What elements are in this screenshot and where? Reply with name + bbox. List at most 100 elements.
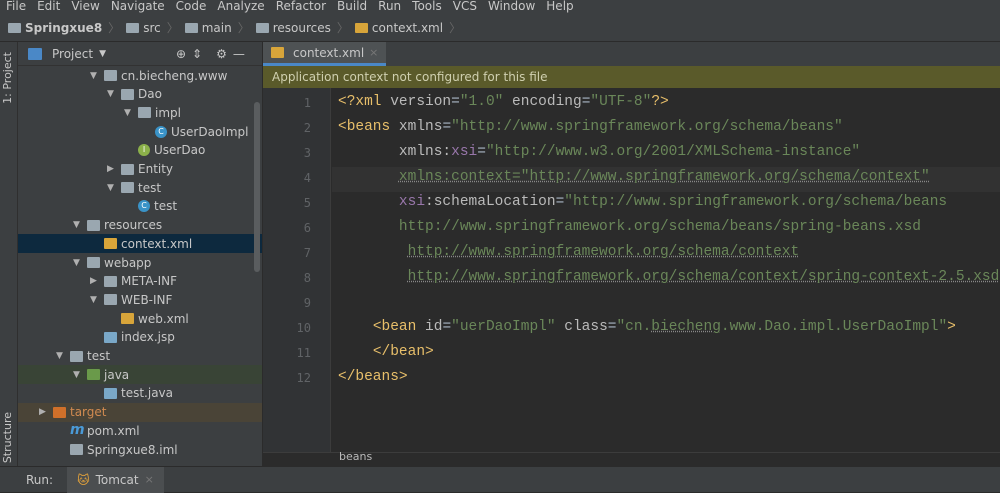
expand-arrow-icon[interactable]: ▼ bbox=[124, 108, 138, 118]
menu-item-code[interactable]: Code bbox=[170, 0, 212, 14]
menu-item-view[interactable]: View bbox=[65, 0, 104, 14]
tree-item[interactable]: ▼ resources bbox=[18, 216, 262, 235]
expand-arrow-icon[interactable]: ▼ bbox=[73, 370, 87, 380]
hide-icon[interactable]: — bbox=[233, 47, 245, 61]
tree-item-label: test.java bbox=[121, 386, 174, 401]
tree-item[interactable]: ▼ test bbox=[18, 178, 262, 197]
breadcrumb-item[interactable]: Springxue8 bbox=[8, 21, 102, 35]
menu-item-run[interactable]: Run bbox=[372, 0, 406, 14]
menu-item-navigate[interactable]: Navigate bbox=[105, 0, 170, 14]
breadcrumb-label: src bbox=[143, 20, 161, 35]
folder-icon bbox=[53, 406, 66, 418]
expand-arrow-icon[interactable]: ▼ bbox=[73, 220, 87, 230]
expand-arrow-icon[interactable]: ▼ bbox=[56, 351, 70, 361]
code-token: "http://www.springframework.org/schema/b… bbox=[564, 194, 948, 210]
code-token: = bbox=[442, 119, 452, 135]
code-token: http://www.springframework.org/schema/co… bbox=[407, 269, 1000, 285]
xml-file-icon bbox=[121, 313, 134, 325]
tree-item[interactable]: ▶ Entity bbox=[18, 160, 262, 179]
folder-icon bbox=[70, 350, 83, 362]
breadcrumb-item[interactable]: main bbox=[184, 21, 232, 35]
structure-tool-tab[interactable]: Structure bbox=[1, 412, 14, 463]
tree-item[interactable]: ▼ Dao bbox=[18, 85, 262, 104]
tree-item-label: cn.biecheng.www bbox=[121, 68, 228, 83]
folder-icon bbox=[87, 257, 100, 268]
tree-item[interactable]: Springxue8.iml bbox=[18, 440, 262, 459]
tree-item[interactable]: m pom.xml bbox=[18, 421, 262, 440]
expand-arrow-icon[interactable]: ▼ bbox=[73, 258, 87, 268]
expand-arrow-icon[interactable]: ▼ bbox=[90, 71, 104, 81]
tree-item[interactable]: context.xml bbox=[18, 234, 262, 254]
expand-arrow-icon[interactable]: ▼ bbox=[90, 295, 104, 305]
tree-item[interactable]: I UserDao bbox=[18, 141, 262, 160]
code-token: id bbox=[425, 319, 443, 335]
line-number: 6 bbox=[303, 221, 311, 235]
gear-icon[interactable]: ⚙ bbox=[216, 47, 227, 61]
folder-icon bbox=[184, 22, 198, 33]
folder-icon bbox=[126, 22, 140, 33]
tree-item[interactable]: index.jsp bbox=[18, 328, 262, 347]
menu-item-help[interactable]: Help bbox=[540, 0, 578, 14]
expand-arrow-icon[interactable]: ▼ bbox=[107, 183, 121, 193]
run-tab-tomcat[interactable]: 🐱 Tomcat × bbox=[67, 466, 164, 493]
code-token: "1.0" bbox=[459, 94, 504, 110]
code-token: xmlns: bbox=[398, 144, 452, 160]
tree-item[interactable]: web.xml bbox=[18, 309, 262, 328]
menu-item-vcs[interactable]: VCS bbox=[447, 0, 482, 14]
menu-item-analyze[interactable]: Analyze bbox=[211, 0, 269, 14]
code-token: = bbox=[477, 144, 486, 160]
tree-item[interactable]: ▶ META-INF bbox=[18, 272, 262, 291]
breadcrumb-item[interactable]: resources bbox=[255, 21, 331, 35]
close-icon[interactable]: × bbox=[369, 46, 378, 59]
file-icon bbox=[104, 331, 117, 343]
line-number: 9 bbox=[303, 296, 311, 310]
folder-icon bbox=[104, 275, 117, 287]
close-icon[interactable]: × bbox=[145, 473, 154, 486]
tree-item[interactable]: C UserDaoImpl bbox=[18, 122, 262, 141]
tree-item[interactable]: ▼ test bbox=[18, 347, 262, 366]
menu-item-refactor[interactable]: Refactor bbox=[270, 0, 331, 14]
breadcrumb-item[interactable]: context.xml bbox=[354, 21, 443, 35]
tree-item[interactable]: ▶ target bbox=[18, 402, 262, 422]
menu-item-window[interactable]: Window bbox=[482, 0, 540, 14]
code-token: "http://www.w3.org/2001/XMLSchema-instan… bbox=[485, 144, 861, 160]
code-token: xmlns bbox=[398, 119, 443, 135]
menu-item-build[interactable]: Build bbox=[331, 0, 372, 14]
tab-context-xml[interactable]: context.xml × bbox=[263, 42, 387, 66]
tree-item-label: impl bbox=[155, 105, 181, 120]
code-line: <beans xmlns="http://www.springframework… bbox=[338, 119, 843, 135]
collapse-arrow-icon[interactable]: ▶ bbox=[90, 276, 104, 286]
tree-item[interactable]: Ctest bbox=[18, 197, 262, 216]
project-view-selector[interactable]: Project bbox=[52, 47, 93, 61]
menu-item-tools[interactable]: Tools bbox=[406, 0, 447, 14]
code-line: <?xml version="1.0" encoding="UTF-8"?> bbox=[338, 94, 669, 110]
expand-arrow-icon[interactable]: ▼ bbox=[107, 89, 121, 99]
tree-item[interactable]: test.java bbox=[18, 384, 262, 403]
tree-item[interactable]: ▼ webapp bbox=[18, 253, 262, 272]
collapse-arrow-icon[interactable]: ▶ bbox=[39, 407, 53, 417]
code-token: = bbox=[555, 194, 565, 210]
locate-icon[interactable]: ⊕ bbox=[176, 47, 186, 61]
code-token: <?xml bbox=[338, 94, 391, 110]
menu-item-edit[interactable]: Edit bbox=[31, 0, 65, 14]
collapse-all-icon[interactable]: ⇕ bbox=[192, 47, 202, 61]
chevron-down-icon[interactable]: ▼ bbox=[99, 49, 106, 59]
line-number: 1 bbox=[303, 96, 311, 110]
tree-item[interactable]: ▼ impl bbox=[18, 103, 262, 122]
collapse-arrow-icon[interactable]: ▶ bbox=[107, 164, 121, 174]
folder-icon bbox=[138, 107, 151, 119]
code-token: .www.Dao.impl.UserDaoImpl" bbox=[720, 319, 948, 335]
tree-item[interactable]: ▼ java bbox=[18, 365, 262, 385]
breadcrumb-item[interactable]: src bbox=[126, 21, 161, 35]
editor: context.xml × Application context not co… bbox=[263, 42, 1000, 466]
project-tool-tab[interactable]: 1: Project bbox=[1, 52, 14, 104]
tree-item[interactable]: ▼ WEB-INF bbox=[18, 290, 262, 309]
folder-icon bbox=[121, 163, 134, 175]
tree-scrollbar[interactable] bbox=[254, 102, 260, 272]
xml-file-icon bbox=[271, 47, 284, 58]
menu-item-file[interactable]: File bbox=[0, 0, 31, 14]
code-token: http://www.springframework.org/schema/co… bbox=[407, 244, 800, 260]
tree-item-label: resources bbox=[104, 218, 163, 233]
tree-item[interactable]: ▼ cn.biecheng.www bbox=[18, 66, 262, 85]
